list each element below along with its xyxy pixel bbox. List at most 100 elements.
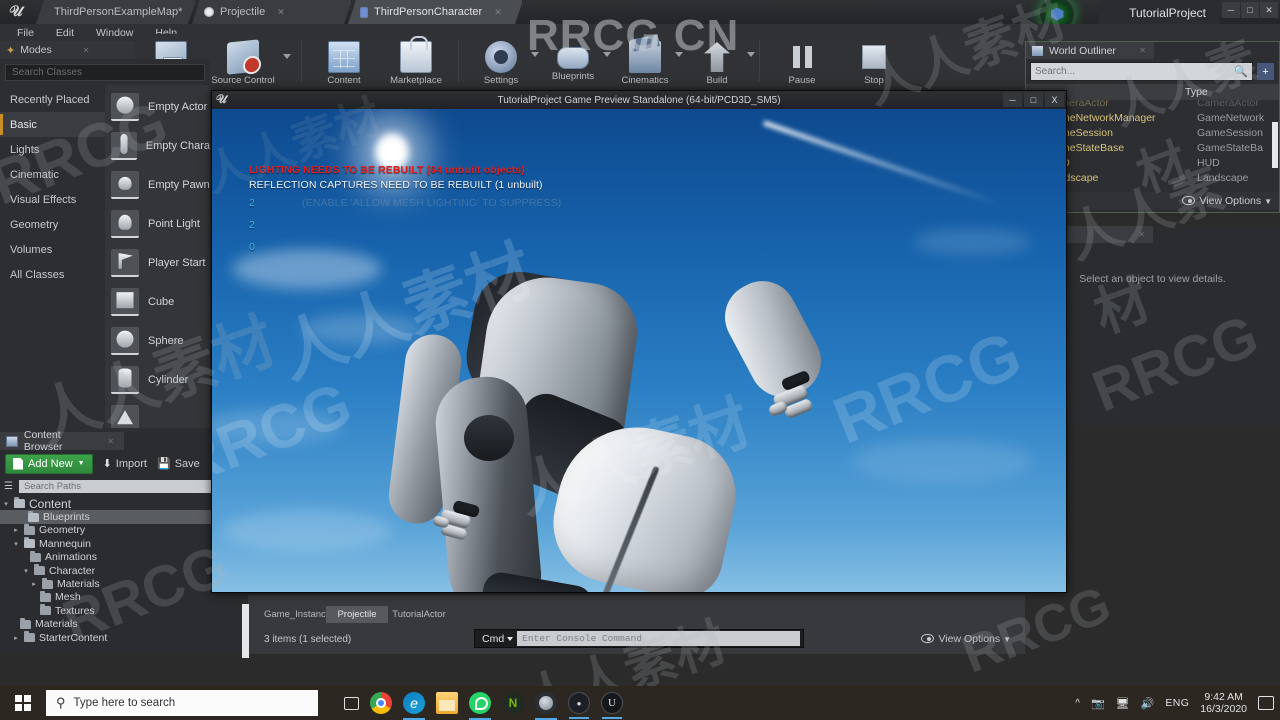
place-actors-panel: Search Classes Recently Placed Basic Lig… — [0, 59, 210, 432]
asset-game-instance[interactable]: Game_Instance — [264, 606, 331, 623]
preview-minimize-button[interactable]: ─ — [1003, 92, 1022, 107]
place-item-empty-pawn[interactable]: Empty Pawn — [105, 165, 210, 204]
menu-file[interactable]: File — [8, 26, 43, 40]
close-icon[interactable]: ✕ — [494, 7, 502, 18]
volume-icon[interactable]: 🔊 — [1141, 697, 1155, 710]
game-viewport[interactable]: LIGHTING NEEDS TO BE REBUILT (64 unbuilt… — [212, 109, 1066, 592]
tab-third-person-character[interactable]: ThirdPersonCharacter ✕ — [348, 0, 523, 24]
toolbar-content[interactable]: Content — [308, 38, 380, 86]
close-icon[interactable]: ✕ — [107, 437, 114, 446]
save-all-button[interactable]: 💾 Save — [157, 457, 200, 471]
asset-view-strip: Game_Instance Projectile TutorialActor 3… — [242, 595, 1025, 658]
close-icon[interactable]: ✕ — [1138, 230, 1145, 239]
language-indicator[interactable]: ENG — [1165, 697, 1189, 709]
console-prefix-label[interactable]: Cmd — [475, 633, 507, 645]
close-icon[interactable]: ✕ — [83, 46, 90, 55]
asset-projectile[interactable]: Projectile — [326, 606, 388, 623]
close-button[interactable]: ✕ — [1260, 2, 1278, 18]
chevron-down-icon[interactable] — [747, 52, 755, 57]
place-item-empty-actor[interactable]: Empty Actor — [105, 87, 210, 126]
project-name-tab[interactable]: TutorialProject — [1099, 0, 1220, 26]
tree-item-textures[interactable]: Textures — [0, 604, 248, 617]
chevron-down-icon[interactable]: ▾ — [12, 540, 20, 548]
chevron-right-icon[interactable]: ▸ — [12, 634, 20, 642]
notifications-icon[interactable] — [1258, 696, 1274, 710]
toolbar-cinematics[interactable]: Cinematics — [609, 38, 683, 86]
launcher-icon[interactable] — [568, 692, 590, 719]
asset-view-options-button[interactable]: View Options ▼ — [921, 633, 1011, 645]
place-item-cone[interactable] — [105, 399, 210, 428]
edge-icon[interactable] — [403, 692, 425, 720]
asset-tutorial-actor[interactable]: TutorialActor — [388, 606, 450, 623]
editor-titlebar: 𝒰 ThirdPersonExampleMap* Projectile ✕ Th… — [0, 0, 1280, 31]
maximize-button[interactable]: □ — [1241, 2, 1259, 18]
place-item-empty-character[interactable]: Empty Chara — [105, 126, 210, 165]
tab-third-person-example-map[interactable]: ThirdPersonExampleMap* — [36, 0, 196, 24]
start-button[interactable] — [0, 686, 46, 720]
category-lights[interactable]: Lights — [0, 137, 105, 162]
outliner-view-options-button[interactable]: View Options ▼ — [1182, 195, 1272, 207]
console-command-input[interactable]: Enter Console Command — [517, 631, 800, 646]
chevron-right-icon[interactable]: ▸ — [30, 580, 38, 588]
outliner-scrollbar[interactable] — [1272, 122, 1278, 168]
epic-icon[interactable] — [535, 692, 557, 720]
outliner-row-type: GameStateBa — [1197, 141, 1263, 154]
category-visual-effects[interactable]: Visual Effects — [0, 187, 105, 212]
category-volumes[interactable]: Volumes — [0, 237, 105, 262]
toolbar-build[interactable]: Build — [681, 38, 755, 86]
category-recently-placed[interactable]: Recently Placed — [0, 87, 105, 112]
chevron-right-icon[interactable]: ▸ — [12, 526, 20, 534]
close-icon[interactable]: ✕ — [1139, 46, 1146, 55]
show-hidden-icons-icon[interactable]: ^ — [1075, 698, 1080, 709]
modes-tab[interactable]: ✦ Modes ✕ — [0, 41, 135, 59]
toolbar-blueprints[interactable]: Blueprints — [537, 38, 611, 82]
category-cinematic[interactable]: Cinematic — [0, 162, 105, 187]
asset-scrollbar[interactable] — [242, 604, 249, 658]
tree-item-starter-content[interactable]: ▸ StarterContent — [0, 631, 248, 644]
category-basic[interactable]: Basic — [0, 112, 105, 137]
add-new-button[interactable]: Add New ▼ — [5, 453, 93, 474]
column-type[interactable]: Type — [1185, 86, 1279, 98]
chevron-down-icon[interactable]: ▾ — [22, 567, 30, 575]
screen-capture-icon[interactable]: 📷 — [1091, 697, 1105, 710]
whatsapp-icon[interactable] — [469, 692, 491, 720]
menu-edit[interactable]: Edit — [47, 26, 83, 40]
place-item-cylinder[interactable]: Cylinder — [105, 360, 210, 399]
clock[interactable]: 9:42 AM 16/3/2020 — [1200, 691, 1247, 715]
tab-projectile[interactable]: Projectile ✕ — [192, 0, 352, 24]
import-button[interactable]: ⬇ Import — [102, 457, 147, 471]
world-outliner-tab[interactable]: World Outliner ✕ — [1026, 42, 1154, 59]
toolbar-marketplace[interactable]: Marketplace — [380, 36, 452, 86]
toolbar-settings[interactable]: Settings — [465, 38, 539, 86]
import-icon: ⬇ — [102, 458, 112, 470]
unreal-icon[interactable] — [601, 692, 623, 719]
place-item-cube[interactable]: Cube — [105, 282, 210, 321]
place-item-point-light[interactable]: Point Light — [105, 204, 210, 243]
filter-icon[interactable]: ☰ — [4, 481, 13, 492]
place-item-sphere[interactable]: Sphere — [105, 321, 210, 360]
category-geometry[interactable]: Geometry — [0, 212, 105, 237]
preview-close-button[interactable]: X — [1045, 92, 1064, 107]
preview-maximize-button[interactable]: □ — [1024, 92, 1043, 107]
nvidia-icon[interactable] — [502, 692, 524, 714]
search-classes-input[interactable]: Search Classes — [5, 64, 205, 81]
display-icon[interactable]: 🖥 — [1116, 697, 1130, 710]
file-explorer-icon[interactable] — [436, 692, 458, 714]
chevron-down-icon[interactable] — [507, 636, 514, 641]
category-all-classes[interactable]: All Classes — [0, 262, 105, 287]
close-icon[interactable]: ✕ — [277, 7, 285, 18]
search-icon[interactable]: 🔍 — [1234, 65, 1248, 78]
add-actor-button[interactable] — [1256, 62, 1275, 81]
outliner-search-input[interactable]: Search... 🔍 — [1030, 62, 1253, 81]
tree-item-materials-root[interactable]: Materials — [0, 617, 248, 631]
place-item-player-start[interactable]: Player Start — [105, 243, 210, 282]
toolbar-source-control[interactable]: Source Control — [207, 38, 279, 86]
toolbar-stop[interactable]: Stop — [838, 38, 910, 86]
chrome-icon[interactable] — [370, 692, 392, 714]
toolbar-pause[interactable]: Pause — [766, 38, 838, 86]
minimize-button[interactable]: ─ — [1222, 2, 1240, 18]
content-browser-tab[interactable]: Content Browser ✕ — [0, 429, 124, 453]
chevron-down-icon[interactable]: ▾ — [2, 500, 10, 508]
task-view-icon[interactable] — [344, 696, 359, 710]
taskbar-search-box[interactable]: ⚲ Type here to search — [46, 690, 318, 716]
